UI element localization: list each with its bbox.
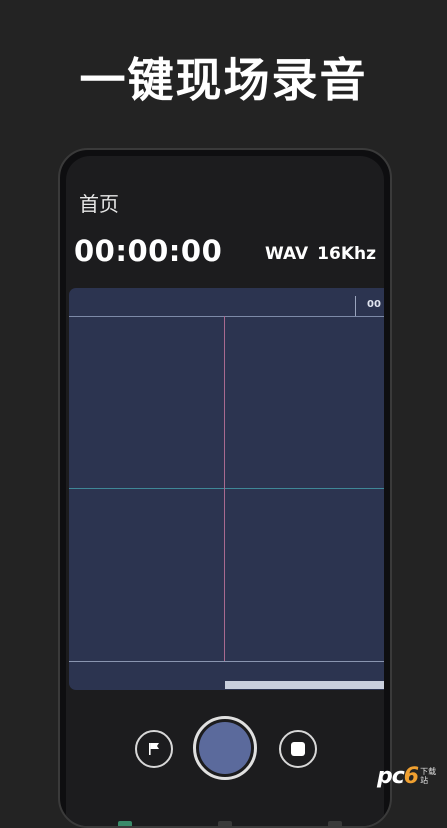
- time-ruler-tick: [355, 296, 356, 316]
- waveform-panel[interactable]: 00: [69, 288, 384, 690]
- playhead-line: [224, 316, 225, 662]
- nav-tab-settings-indicator[interactable]: [328, 821, 342, 826]
- record-icon: [199, 722, 251, 774]
- watermark-logo: pc6: [377, 763, 419, 789]
- stop-button[interactable]: [279, 730, 317, 768]
- watermark-logo-digit: 6: [403, 763, 419, 789]
- mark-flag-button[interactable]: [135, 730, 173, 768]
- promo-headline: 一键现场录音: [79, 53, 368, 107]
- time-ruler-line: [69, 316, 384, 317]
- watermark-logo-prefix: pc: [377, 763, 405, 789]
- nav-tab-files-indicator[interactable]: [218, 821, 232, 826]
- app-screen: 首页 00:00:00 WAV 16Khz 00: [66, 156, 384, 826]
- format-label: WAV: [265, 244, 309, 264]
- sample-rate-label: 16Khz: [317, 244, 376, 264]
- watermark-subtext: 下载站: [420, 767, 437, 785]
- time-ruler-label: 00: [367, 299, 381, 310]
- waveform-scrollbar[interactable]: [225, 681, 384, 689]
- waveform-baseline: [69, 488, 384, 489]
- stop-icon: [291, 742, 305, 756]
- waveform-bottom-line: [69, 661, 384, 662]
- nav-tab-home-indicator[interactable]: [118, 821, 132, 826]
- audio-format-info: WAV 16Khz: [256, 244, 376, 264]
- recorder-controls: [66, 716, 384, 786]
- site-watermark: pc6 下载站: [377, 761, 441, 791]
- recording-timer: 00:00:00: [74, 234, 223, 268]
- flag-icon: [149, 743, 159, 755]
- phone-frame: 首页 00:00:00 WAV 16Khz 00: [58, 148, 392, 828]
- bottom-nav-hint: [66, 814, 384, 826]
- page-title: 首页: [79, 192, 119, 216]
- record-button[interactable]: [193, 716, 257, 780]
